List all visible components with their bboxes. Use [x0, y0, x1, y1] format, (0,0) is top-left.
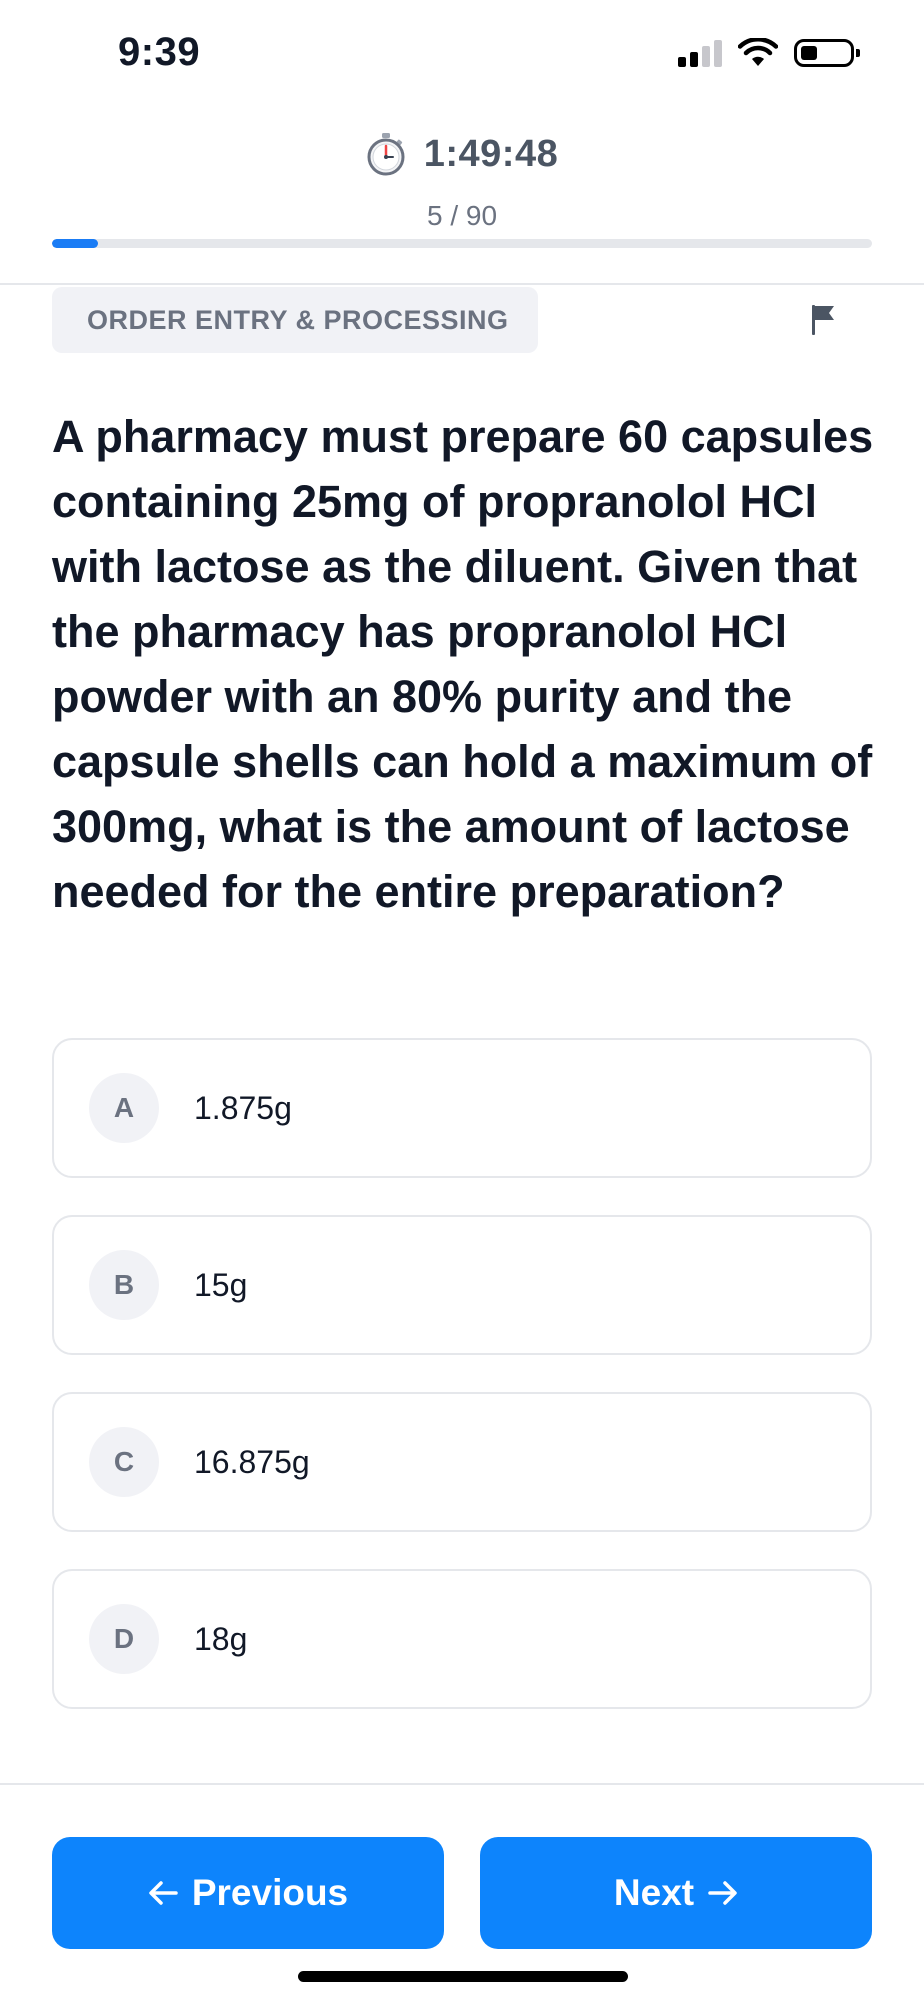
- progress-bar: [52, 239, 872, 248]
- option-text: 15g: [194, 1266, 248, 1303]
- previous-button[interactable]: Previous: [52, 1837, 444, 1949]
- stopwatch-icon: [367, 133, 405, 176]
- timer-text: 1:49:48: [423, 132, 559, 175]
- option-text: 16.875g: [194, 1443, 310, 1480]
- cellular-signal-icon: [678, 39, 722, 67]
- previous-label: Previous: [191, 1872, 349, 1913]
- option-text: 18g: [194, 1620, 248, 1657]
- option-text: 1.875g: [194, 1089, 292, 1126]
- progress-fill: [52, 239, 98, 248]
- option-a[interactable]: A 1.875g: [52, 1038, 872, 1178]
- arrow-left-icon: [149, 1881, 178, 1905]
- next-label: Next: [613, 1872, 695, 1913]
- battery-icon: [794, 39, 860, 67]
- status-icons: [678, 38, 860, 68]
- divider: [0, 1783, 924, 1785]
- option-c[interactable]: C 16.875g: [52, 1392, 872, 1532]
- next-button[interactable]: Next: [480, 1837, 872, 1949]
- option-d[interactable]: D 18g: [52, 1569, 872, 1709]
- option-letter: A: [89, 1073, 159, 1143]
- option-letter: D: [89, 1604, 159, 1674]
- category-badge: ORDER ENTRY & PROCESSING: [52, 287, 538, 353]
- option-letter: C: [89, 1427, 159, 1497]
- timer: 1:49:48: [0, 132, 924, 176]
- home-indicator: [298, 1971, 628, 1982]
- arrow-right-icon: [708, 1881, 737, 1905]
- option-letter: B: [89, 1250, 159, 1320]
- wifi-icon: [738, 38, 778, 66]
- flag-icon[interactable]: [810, 303, 838, 337]
- divider: [0, 283, 924, 285]
- question-counter: 5 / 90: [426, 200, 498, 231]
- status-time: 9:39: [118, 30, 201, 74]
- question-text: A pharmacy must prepare 60 capsules cont…: [52, 411, 874, 917]
- option-b[interactable]: B 15g: [52, 1215, 872, 1355]
